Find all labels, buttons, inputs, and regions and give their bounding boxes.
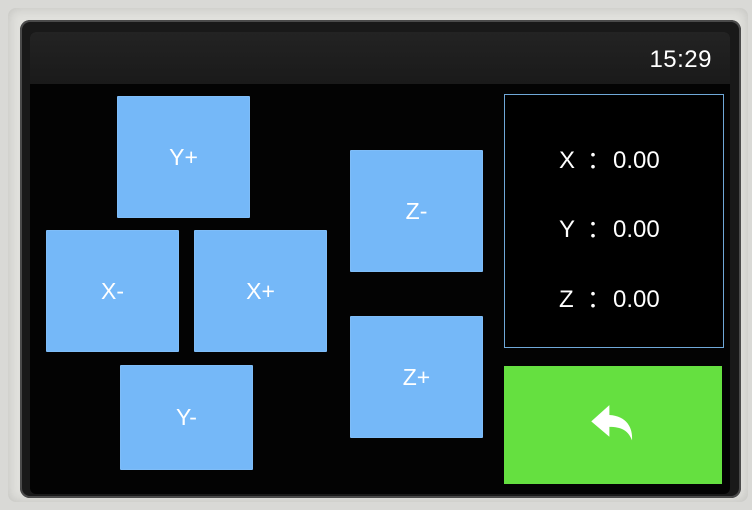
y-position-row: Y ：0.00 <box>559 209 660 244</box>
position-readout-panel: X ：0.00 Y ：0.00 Z ：0.00 <box>504 94 724 348</box>
back-arrow-icon <box>591 405 633 441</box>
move-x-minus-button[interactable]: X- <box>46 230 179 352</box>
y-position-value: 0.00 <box>613 216 660 243</box>
back-button[interactable] <box>504 366 722 484</box>
z-separator: ： <box>587 286 611 313</box>
z-axis-label: Z <box>559 286 574 313</box>
x-separator: ： <box>587 147 611 174</box>
y-axis-label: Y <box>559 216 576 243</box>
x-axis-label: X <box>559 147 576 174</box>
x-position-row: X ：0.00 <box>559 140 660 175</box>
move-z-minus-button[interactable]: Z- <box>350 150 483 272</box>
move-y-minus-button[interactable]: Y- <box>120 365 253 470</box>
x-position-value: 0.00 <box>613 147 660 174</box>
status-bar: 15:29 <box>30 32 730 84</box>
z-position-value: 0.00 <box>613 286 660 313</box>
touch-screen: 15:29 Y+ X- X+ Y- Z- Z+ X ：0.00 Y ：0.00 Z：… <box>30 32 730 494</box>
y-separator: ： <box>587 216 611 243</box>
clock-time: 15:29 <box>649 46 712 73</box>
move-y-plus-button[interactable]: Y+ <box>117 96 250 218</box>
move-x-plus-button[interactable]: X+ <box>194 230 327 352</box>
move-z-plus-button[interactable]: Z+ <box>350 316 483 438</box>
z-position-row: Z ：0.00 <box>559 279 660 314</box>
